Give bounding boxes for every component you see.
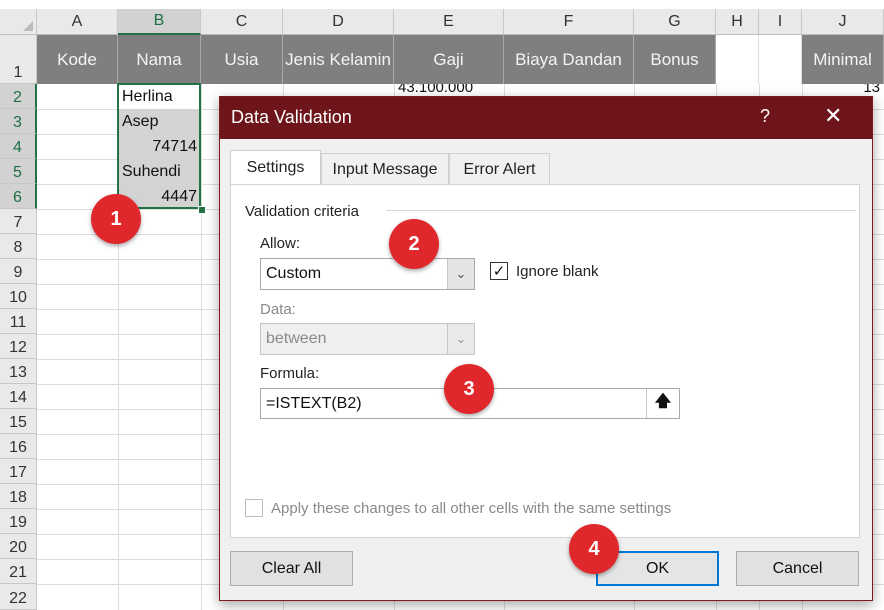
help-icon[interactable]: ?	[760, 106, 770, 127]
row-header-12[interactable]: 12	[0, 334, 37, 359]
dialog-title: Data Validation	[231, 107, 352, 127]
row-header-7[interactable]: 7	[0, 209, 37, 234]
header-cell-h[interactable]	[716, 35, 759, 84]
column-header-h[interactable]: H	[716, 9, 759, 35]
ignore-blank-label[interactable]: Ignore blank	[516, 263, 599, 280]
header-cell-kode[interactable]: Kode	[37, 35, 118, 84]
row-header-5[interactable]: 5	[0, 159, 37, 184]
formula-label: Formula:	[260, 365, 320, 382]
settings-panel: Validation criteria Allow: Custom ⌄ ✓ Ig…	[230, 184, 860, 538]
row-header-3[interactable]: 3	[0, 109, 37, 134]
annotation-badge-1: 1	[91, 194, 141, 244]
row-header-1[interactable]: 1	[0, 35, 37, 84]
chevron-down-icon[interactable]: ⌄	[447, 324, 474, 354]
collapse-range-icon[interactable]: 🡅	[646, 389, 679, 418]
row-header-6[interactable]: 6	[0, 184, 37, 209]
section-divider	[386, 210, 856, 211]
annotation-badge-2: 2	[389, 219, 439, 269]
row-header-19[interactable]: 19	[0, 509, 37, 534]
allow-select-value: Custom	[266, 265, 322, 282]
allow-select[interactable]: Custom ⌄	[260, 258, 475, 290]
gridline	[201, 84, 202, 610]
ignore-blank-checkbox[interactable]: ✓	[490, 262, 508, 280]
apply-changes-checkbox[interactable]	[245, 499, 263, 517]
header-cell-i[interactable]	[759, 35, 802, 84]
header-cell-bonus[interactable]: Bonus	[634, 35, 716, 84]
row-header-21[interactable]: 21	[0, 559, 37, 584]
column-header-b[interactable]: B	[118, 9, 201, 35]
selection-border	[117, 83, 201, 209]
row-header-2[interactable]: 2	[0, 84, 37, 109]
column-header-g[interactable]: G	[634, 9, 716, 35]
select-all-corner[interactable]	[0, 9, 37, 35]
tab-input-message[interactable]: Input Message	[321, 153, 449, 185]
header-cell-minimal[interactable]: Minimal	[802, 35, 884, 84]
cancel-button[interactable]: Cancel	[736, 551, 859, 586]
data-select[interactable]: between ⌄	[260, 323, 475, 355]
row-header-22[interactable]: 22	[0, 584, 37, 610]
data-label: Data:	[260, 301, 296, 318]
row-header-13[interactable]: 13	[0, 359, 37, 384]
column-header-j[interactable]: J	[802, 9, 884, 35]
row-header-9[interactable]: 9	[0, 259, 37, 284]
cell-e2-partial[interactable]: 43.100.000	[394, 84, 504, 96]
header-cell-biaya-dandan[interactable]: Biaya Dandan	[504, 35, 634, 84]
close-icon[interactable]: ✕	[824, 103, 842, 129]
tab-settings[interactable]: Settings	[230, 150, 321, 185]
fill-handle[interactable]	[198, 206, 206, 214]
cell-j2-partial[interactable]: 13	[802, 84, 884, 96]
row-header-16[interactable]: 16	[0, 434, 37, 459]
data-validation-dialog: Data Validation ? ✕ Settings Input Messa…	[219, 96, 873, 601]
data-select-value: between	[266, 330, 327, 347]
header-cell-usia[interactable]: Usia	[201, 35, 283, 84]
row-header-20[interactable]: 20	[0, 534, 37, 559]
annotation-badge-3: 3	[444, 364, 494, 414]
header-cell-jenis-kelamin[interactable]: Jenis Kelamin	[283, 35, 394, 84]
column-header-i[interactable]: I	[759, 9, 802, 35]
annotation-badge-4: 4	[569, 524, 619, 574]
header-cell-nama[interactable]: Nama	[118, 35, 201, 84]
row-header-18[interactable]: 18	[0, 484, 37, 509]
formula-input-value: =ISTEXT(B2)	[266, 394, 362, 412]
row-header-10[interactable]: 10	[0, 284, 37, 309]
row-header-15[interactable]: 15	[0, 409, 37, 434]
column-header-a[interactable]: A	[37, 9, 118, 35]
clear-all-button[interactable]: Clear All	[230, 551, 353, 586]
chevron-down-icon[interactable]: ⌄	[447, 259, 474, 289]
row-header-17[interactable]: 17	[0, 459, 37, 484]
tab-error-alert[interactable]: Error Alert	[449, 153, 550, 185]
apply-changes-label: Apply these changes to all other cells w…	[271, 500, 672, 517]
column-header-c[interactable]: C	[201, 9, 283, 35]
column-header-e[interactable]: E	[394, 9, 504, 35]
dialog-titlebar[interactable]: Data Validation ? ✕	[220, 97, 872, 139]
column-header-d[interactable]: D	[283, 9, 394, 35]
row-header-4[interactable]: 4	[0, 134, 37, 159]
row-header-11[interactable]: 11	[0, 309, 37, 334]
allow-label: Allow:	[260, 235, 301, 252]
column-header-f[interactable]: F	[504, 9, 634, 35]
validation-criteria-label: Validation criteria	[245, 203, 359, 220]
row-header-14[interactable]: 14	[0, 384, 37, 409]
header-cell-gaji[interactable]: Gaji	[394, 35, 504, 84]
row-header-8[interactable]: 8	[0, 234, 37, 259]
